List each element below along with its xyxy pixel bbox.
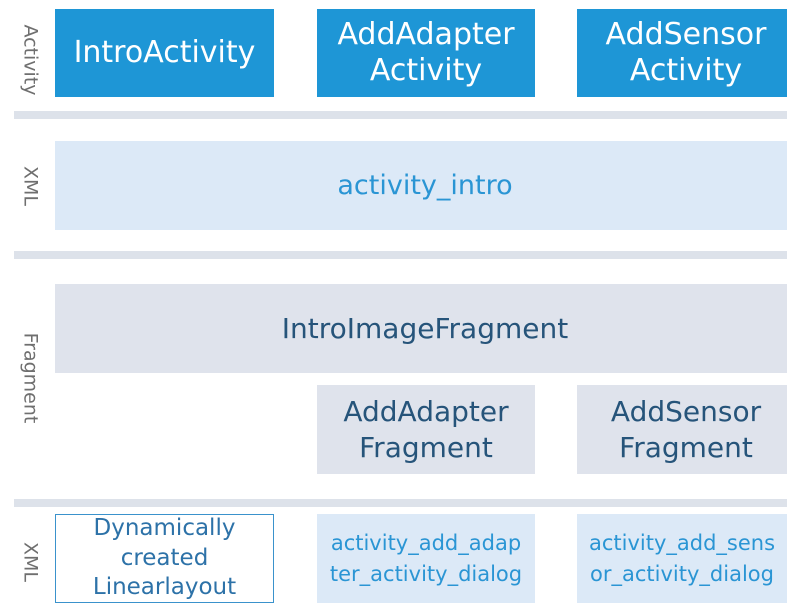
sensor-dialog-xml-box: activity_add_sens or_activity_dialog	[577, 514, 787, 603]
row-divider	[14, 251, 787, 259]
add-adapter-activity-box: AddAdapter Activity	[317, 9, 535, 97]
side-label-fragment: Fragment	[19, 332, 42, 424]
side-label-activity: Activity	[19, 24, 42, 96]
row-divider	[14, 499, 787, 507]
side-label-xml-top: XML	[19, 166, 42, 206]
adapter-dialog-xml-box: activity_add_adap ter_activity_dialog	[317, 514, 535, 603]
add-sensor-fragment-box: AddSensor Fragment	[577, 385, 787, 474]
row-divider	[14, 111, 787, 119]
activity-intro-box: activity_intro	[55, 141, 787, 230]
dynamic-linearlayout-box: Dynamically created Linearlayout	[55, 514, 274, 603]
add-adapter-fragment-box: AddAdapter Fragment	[317, 385, 535, 474]
side-label-xml-bottom: XML	[19, 542, 42, 582]
intro-activity-box: IntroActivity	[55, 9, 274, 97]
intro-image-fragment-box: IntroImageFragment	[55, 284, 787, 373]
add-sensor-activity-box: AddSensor Activity	[577, 9, 787, 97]
